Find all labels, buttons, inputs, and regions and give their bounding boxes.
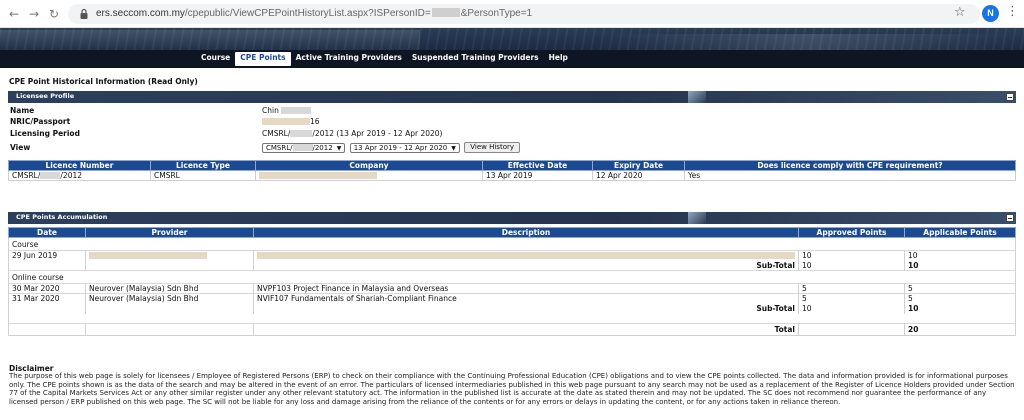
col-expiry-date: Expiry Date (592, 160, 685, 171)
col-effective-date: Effective Date (482, 160, 593, 171)
redacted-licence (40, 172, 61, 179)
period-select[interactable]: 13 Apr 2019 - 12 Apr 2020 ▼ (349, 142, 460, 153)
header-decoration (688, 91, 706, 103)
view-row: View CMSRL//2012 ▼ 13 Apr 2019 - 12 Apr 2… (10, 142, 1010, 154)
licensee-profile-header: Licensee Profile (8, 91, 1016, 103)
redacted-description (257, 252, 795, 260)
table-row: CMSRL//2012 CMSRL 13 Apr 2019 12 Apr 202… (8, 170, 1016, 181)
col-provider: Provider (85, 227, 254, 238)
col-applicable-points: Applicable Points (904, 227, 1016, 238)
menu-cpe-points[interactable]: CPE Points (235, 52, 291, 66)
col-company: Company (255, 160, 483, 171)
back-arrow-icon[interactable]: ← (6, 6, 22, 22)
section-label: Licensee Profile (16, 92, 75, 100)
total-row: Total 20 (8, 323, 1016, 336)
col-date: Date (8, 227, 86, 238)
licensing-period-row: Licensing Period CMSRL//2012 (13 Apr 201… (10, 129, 443, 138)
nric-row: NRIC/Passport 16 (10, 117, 320, 126)
bookmark-star-icon[interactable]: ☆ (954, 5, 966, 20)
redacted-id (431, 8, 460, 17)
col-comply: Does licence comply with CPE requirement… (684, 160, 1016, 171)
header-decoration (688, 212, 706, 224)
col-licence-number: Licence Number (8, 160, 151, 171)
col-licence-type: Licence Type (150, 160, 256, 171)
browser-menu-icon[interactable]: ⋮ (1006, 4, 1019, 19)
url-text: ers.seccom.com.my/cpepublic/ViewCPEPoint… (96, 8, 533, 19)
redacted-name (281, 107, 312, 114)
view-history-button[interactable]: View History (464, 142, 521, 153)
licensing-period-value: /2012 (13 Apr 2019 - 12 Apr 2020) (312, 129, 443, 138)
cpe-points-table: Date Provider Description Approved Point… (8, 227, 1016, 336)
redacted-provider (89, 252, 207, 260)
page-title: CPE Point Historical Information (Read O… (9, 77, 198, 86)
section-label: CPE Points Accumulation (16, 213, 108, 221)
spacer-row (8, 313, 1016, 324)
redacted-company (259, 172, 377, 179)
disclaimer-text: The purpose of this web page is solely f… (9, 372, 1015, 407)
profile-avatar[interactable]: N (982, 5, 999, 22)
menu-active-training-providers[interactable]: Active Training Providers (291, 52, 407, 66)
name-value: Chin (262, 106, 279, 115)
col-description: Description (253, 227, 799, 238)
dropdown-arrow-icon: ▼ (336, 144, 342, 152)
browser-toolbar: ← → ↻ ers.seccom.com.my/cpepublic/ViewCP… (0, 0, 1024, 28)
lock-icon (80, 8, 88, 19)
licence-table: Licence Number Licence Type Company Effe… (8, 160, 1016, 181)
reload-icon[interactable]: ↻ (46, 6, 62, 22)
group-row: Course (8, 237, 1016, 251)
cpe-accumulation-header: CPE Points Accumulation (8, 212, 1016, 224)
menu-help[interactable]: Help (544, 52, 573, 66)
table-row: 29 Jun 2019 10 10 (8, 250, 1016, 261)
menu-suspended-training-providers[interactable]: Suspended Training Providers (407, 52, 544, 66)
name-row: Name Chin (10, 106, 1010, 117)
redacted-licence (290, 130, 313, 137)
menu-course[interactable]: Course (196, 52, 235, 66)
main-menu: Course CPE Points Active Training Provid… (196, 52, 573, 66)
dropdown-arrow-icon: ▼ (451, 144, 456, 152)
redacted-nric (262, 118, 310, 125)
nric-value: 16 (310, 117, 320, 126)
licence-select[interactable]: CMSRL//2012 ▼ (262, 142, 346, 153)
table-row: 30 Mar 2020 Neurover (Malaysia) Sdn Bhd … (8, 283, 1016, 294)
group-row: Online course (8, 270, 1016, 284)
collapse-icon[interactable] (1006, 214, 1014, 222)
subtotal-row: Sub-Total 10 10 (8, 303, 1016, 314)
col-approved-points: Approved Points (798, 227, 905, 238)
collapse-icon[interactable] (1006, 93, 1014, 101)
subtotal-row: Sub-Total 10 10 (8, 260, 1016, 271)
forward-arrow-icon[interactable]: → (26, 6, 42, 22)
table-row: 31 Mar 2020 Neurover (Malaysia) Sdn Bhd … (8, 293, 1016, 304)
address-bar[interactable]: ers.seccom.com.my/cpepublic/ViewCPEPoint… (68, 4, 980, 24)
